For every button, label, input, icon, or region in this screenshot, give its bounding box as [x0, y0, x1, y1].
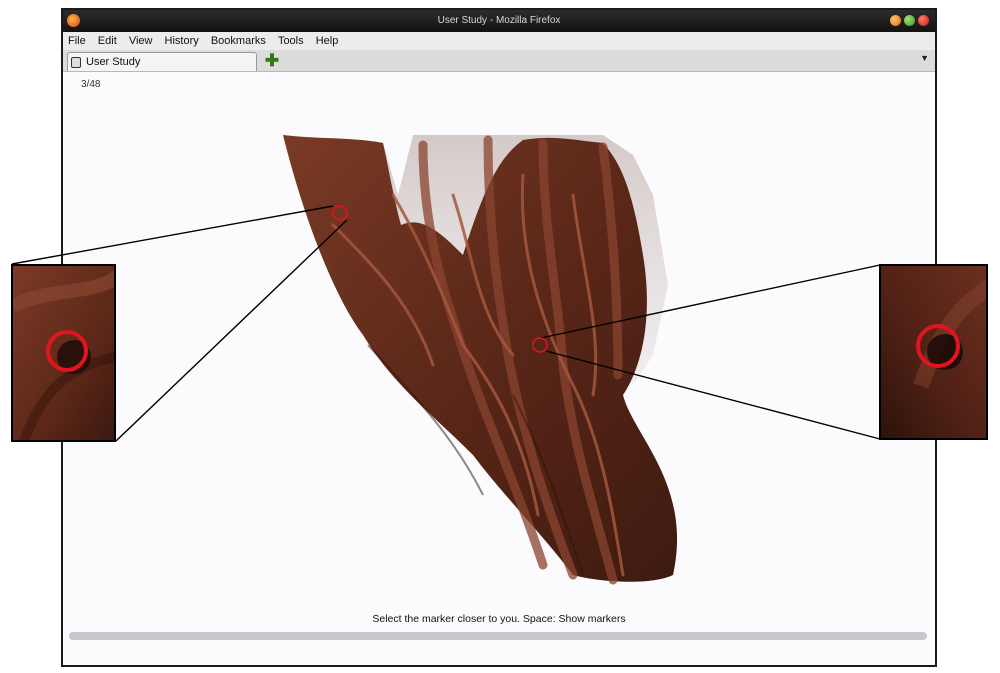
callout-line-right-top — [540, 264, 881, 339]
marker-a[interactable] — [332, 205, 348, 221]
zoom-inset-left — [11, 264, 116, 442]
callout-line-left-bottom — [115, 219, 348, 442]
zoom-inset-right — [879, 264, 988, 440]
progress-bar — [69, 632, 927, 640]
callout-line-left-top — [11, 205, 334, 265]
marker-b[interactable] — [532, 337, 548, 353]
callout-line-right-bottom — [545, 350, 881, 440]
progress-bar-fill — [69, 632, 123, 640]
instructions-text: Select the marker closer to you. Space: … — [372, 613, 626, 625]
zoom-callout-overlay — [11, 205, 881, 442]
